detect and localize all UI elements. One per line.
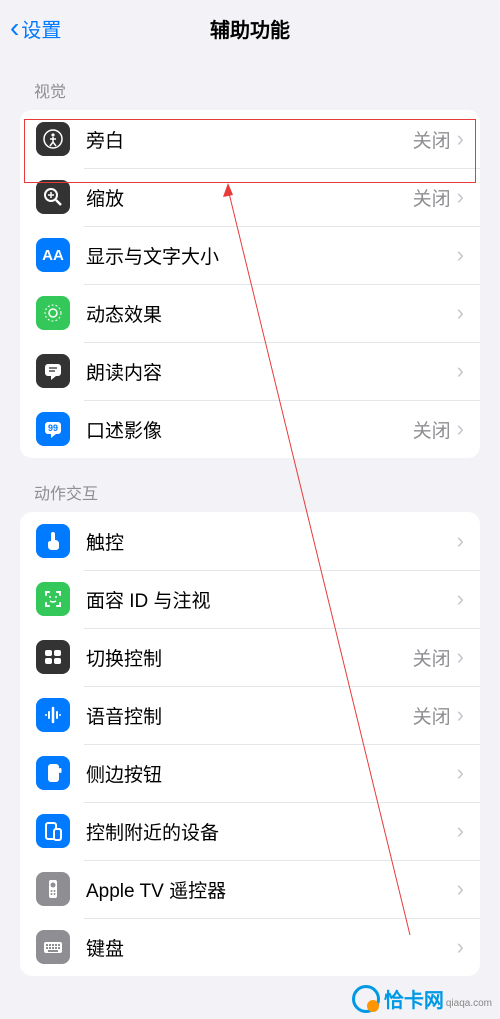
row-faceid[interactable]: 面容 ID 与注视 › [20, 570, 480, 628]
row-status: 关闭 [413, 184, 451, 211]
chevron-right-icon: › [457, 702, 464, 728]
zoom-icon [36, 180, 70, 214]
back-label: 设置 [21, 14, 61, 43]
chevron-right-icon: › [457, 242, 464, 268]
spoken-content-icon [36, 354, 70, 388]
audio-desc-icon: 99 [36, 412, 70, 446]
watermark: 恰卡网 qiaqa.com [352, 984, 492, 1013]
chevron-right-icon: › [457, 644, 464, 670]
row-label: 朗读内容 [86, 358, 457, 385]
watermark-name: 恰卡网 [384, 984, 444, 1013]
row-label: 缩放 [86, 184, 413, 211]
switch-control-icon [36, 640, 70, 674]
group-interaction: 触控 › 面容 ID 与注视 › 切换控制 关闭 › 语音控制 关闭 › 侧边按… [20, 512, 480, 976]
row-label: 控制附近的设备 [86, 818, 457, 845]
row-voiceover[interactable]: 旁白 关闭 › [20, 110, 480, 168]
nearby-devices-icon [36, 814, 70, 848]
row-spoken-content[interactable]: 朗读内容 › [20, 342, 480, 400]
svg-text:99: 99 [48, 423, 58, 433]
row-touch[interactable]: 触控 › [20, 512, 480, 570]
row-display-text[interactable]: AA 显示与文字大小 › [20, 226, 480, 284]
row-label: 侧边按钮 [86, 760, 457, 787]
row-status: 关闭 [413, 702, 451, 729]
row-side-button[interactable]: 侧边按钮 › [20, 744, 480, 802]
chevron-right-icon: › [457, 126, 464, 152]
section-header-interaction: 动作交互 [0, 458, 500, 512]
row-keyboard[interactable]: 键盘 › [20, 918, 480, 976]
chevron-right-icon: › [457, 818, 464, 844]
row-label: 切换控制 [86, 644, 413, 671]
row-status: 关闭 [413, 126, 451, 153]
row-label: 旁白 [86, 126, 413, 153]
row-label: Apple TV 遥控器 [86, 876, 457, 903]
row-label: 键盘 [86, 934, 457, 961]
touch-icon [36, 524, 70, 558]
row-zoom[interactable]: 缩放 关闭 › [20, 168, 480, 226]
row-motion[interactable]: 动态效果 › [20, 284, 480, 342]
row-label: 口述影像 [86, 416, 413, 443]
chevron-right-icon: › [457, 184, 464, 210]
row-label: 动态效果 [86, 300, 457, 327]
section-header-vision: 视觉 [0, 56, 500, 110]
page-title: 辅助功能 [0, 14, 500, 43]
row-voice-control[interactable]: 语音控制 关闭 › [20, 686, 480, 744]
row-audio-descriptions[interactable]: 99 口述影像 关闭 › [20, 400, 480, 458]
voice-control-icon [36, 698, 70, 732]
row-label: 触控 [86, 528, 457, 555]
row-apple-tv-remote[interactable]: Apple TV 遥控器 › [20, 860, 480, 918]
display-text-icon: AA [36, 238, 70, 272]
voiceover-icon [36, 122, 70, 156]
group-vision: 旁白 关闭 › 缩放 关闭 › AA 显示与文字大小 › 动态效果 › 朗读内容… [20, 110, 480, 458]
chevron-right-icon: › [457, 300, 464, 326]
chevron-right-icon: › [457, 586, 464, 612]
row-label: 显示与文字大小 [86, 242, 457, 269]
row-switch-control[interactable]: 切换控制 关闭 › [20, 628, 480, 686]
side-button-icon [36, 756, 70, 790]
chevron-right-icon: › [457, 416, 464, 442]
watermark-site: qiaqa.com [446, 998, 492, 1009]
chevron-right-icon: › [457, 760, 464, 786]
chevron-right-icon: › [457, 358, 464, 384]
row-nearby-devices[interactable]: 控制附近的设备 › [20, 802, 480, 860]
row-label: 面容 ID 与注视 [86, 586, 457, 613]
chevron-left-icon: ‹ [10, 14, 19, 42]
row-label: 语音控制 [86, 702, 413, 729]
nav-bar: ‹ 设置 辅助功能 [0, 0, 500, 56]
watermark-logo-icon [352, 985, 380, 1013]
faceid-icon [36, 582, 70, 616]
chevron-right-icon: › [457, 528, 464, 554]
apple-tv-remote-icon [36, 872, 70, 906]
back-button[interactable]: ‹ 设置 [10, 14, 61, 43]
row-status: 关闭 [413, 416, 451, 443]
motion-icon [36, 296, 70, 330]
keyboard-icon [36, 930, 70, 964]
chevron-right-icon: › [457, 934, 464, 960]
chevron-right-icon: › [457, 876, 464, 902]
row-status: 关闭 [413, 644, 451, 671]
